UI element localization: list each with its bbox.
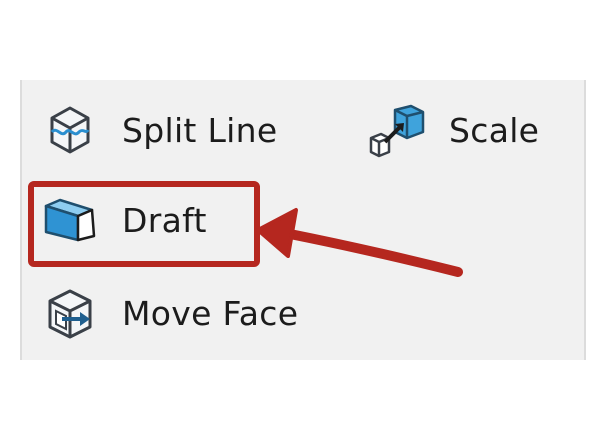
move-face-button[interactable]: Move Face <box>38 283 298 343</box>
move-face-icon <box>38 283 102 343</box>
split-line-icon <box>38 100 102 160</box>
scale-icon <box>365 100 429 160</box>
draft-highlight-box <box>28 181 260 267</box>
split-line-button[interactable]: Split Line <box>38 100 277 160</box>
scale-label: Scale <box>449 110 540 150</box>
scale-button[interactable]: Scale <box>365 100 539 160</box>
move-face-label: Move Face <box>122 293 299 333</box>
split-line-label: Split Line <box>122 110 278 150</box>
